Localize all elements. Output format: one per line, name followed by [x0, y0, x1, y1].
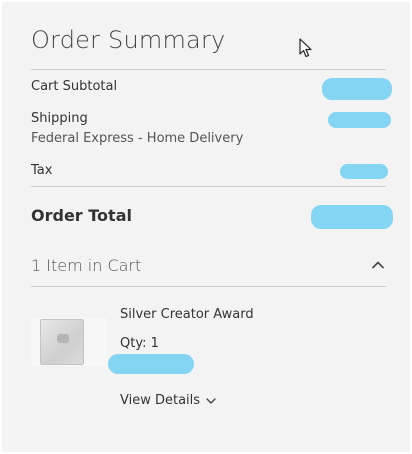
divider-top — [31, 69, 386, 70]
divider-total — [31, 186, 386, 187]
tax-label: Tax — [31, 163, 53, 178]
cart-items-toggle[interactable]: 1 Item in Cart — [31, 256, 386, 280]
mouse-cursor-icon — [299, 38, 312, 58]
item-price-redacted — [108, 354, 194, 374]
chevron-down-icon — [206, 397, 216, 404]
cart-subtotal-label: Cart Subtotal — [31, 79, 118, 94]
order-total-label: Order Total — [31, 206, 132, 225]
view-details-toggle[interactable]: View Details — [120, 393, 216, 408]
play-button-icon — [57, 334, 69, 343]
subtotal-value-redacted — [322, 78, 392, 100]
order-summary-panel: Order Summary Cart Subtotal Shipping Fed… — [2, 2, 410, 452]
shipping-method: Federal Express - Home Delivery — [31, 131, 244, 146]
order-total-value-redacted — [311, 205, 393, 229]
divider-cart — [31, 286, 386, 287]
product-name: Silver Creator Award — [120, 307, 254, 322]
product-quantity: Qty: 1 — [120, 336, 159, 351]
shipping-value-redacted — [328, 112, 391, 128]
view-details-label: View Details — [120, 393, 201, 408]
tax-value-redacted — [340, 164, 388, 179]
product-thumbnail[interactable] — [31, 318, 107, 366]
cart-item-count: 1 Item in Cart — [31, 256, 142, 275]
award-plaque-image — [40, 319, 84, 365]
chevron-up-icon — [372, 261, 384, 269]
shipping-label: Shipping — [31, 111, 88, 126]
page-title: Order Summary — [31, 26, 226, 54]
